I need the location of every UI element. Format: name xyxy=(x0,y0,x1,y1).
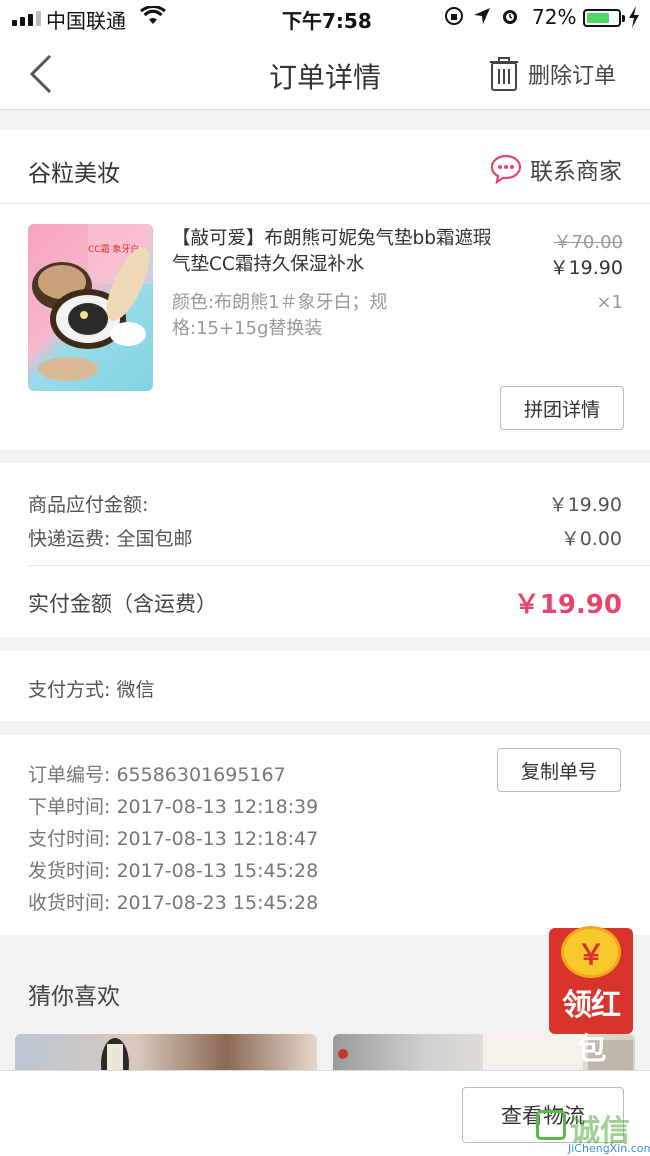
product-spec: 颜色:布朗熊1＃象牙白；规格:15+15g替换装 xyxy=(172,292,388,339)
red-packet-label: 领红包 xyxy=(562,988,621,1067)
divider xyxy=(0,203,650,204)
goods-amount-label: 商品应付金额: xyxy=(28,494,149,516)
goods-amount-value: ￥19.90 xyxy=(548,494,622,516)
trash-icon xyxy=(490,57,518,91)
copy-order-number-button[interactable]: 复制单号 xyxy=(497,748,621,792)
battery-percent: 72% xyxy=(532,5,577,29)
cushion-product-image: CC霜 象牙白 xyxy=(32,224,153,381)
contact-seller-label: 联系商家 xyxy=(530,159,622,185)
carrier-name: 中国联通 xyxy=(46,9,126,33)
charging-icon xyxy=(629,6,639,28)
payment-time: 支付时间: 2017-08-13 12:18:47 xyxy=(28,828,319,850)
nav-bar: 订单详情 删除订单 xyxy=(0,36,650,110)
original-price: ￥70.00 xyxy=(553,232,623,253)
shipping-label: 快递运费: 全国包邮 xyxy=(28,528,193,550)
watermark-logo-icon xyxy=(536,1110,566,1140)
paid-amount-value: ￥19.90 xyxy=(513,590,622,620)
payment-method-card: 支付方式: 微信 xyxy=(0,651,650,721)
delete-order-button[interactable]: 删除订单 xyxy=(488,56,616,92)
delete-order-label: 删除订单 xyxy=(528,64,617,89)
chat-bubble-icon xyxy=(490,154,522,184)
product-image-label: CC霜 象牙白 xyxy=(88,243,139,255)
paid-amount-label: 实付金额（含运费） xyxy=(28,592,217,616)
clock: 下午7:58 xyxy=(282,9,372,33)
order-number: 订单编号: 65586301695167 xyxy=(28,764,286,786)
red-packet-button[interactable]: ￥ 领红包 xyxy=(549,926,633,1067)
signal-icon xyxy=(12,10,41,26)
alarm-icon xyxy=(503,10,517,24)
watermark-en: JiChengXin.com xyxy=(568,1142,650,1155)
recommend-item-1[interactable] xyxy=(15,1034,317,1074)
product-price: ￥19.90 xyxy=(549,257,623,279)
payment-method: 支付方式: 微信 xyxy=(28,679,155,701)
shop-name: 谷粒美妆 xyxy=(28,161,120,187)
order-placed-time: 下单时间: 2017-08-13 12:18:39 xyxy=(28,796,319,818)
received-time: 收货时间: 2017-08-23 15:45:28 xyxy=(28,892,319,914)
group-buy-details-button[interactable]: 拼团详情 xyxy=(500,386,624,430)
wifi-icon xyxy=(140,6,166,24)
divider xyxy=(28,565,650,566)
product-quantity: ×1 xyxy=(596,292,623,313)
recommend-title: 猜你喜欢 xyxy=(28,984,120,1010)
product-thumbnail[interactable]: CC霜 象牙白 xyxy=(28,224,153,391)
coin-icon: ￥ xyxy=(561,926,621,978)
shipping-value: ￥0.00 xyxy=(560,528,622,550)
watermark: 诚信 JiChengXin.com xyxy=(534,1106,650,1156)
orientation-lock-icon xyxy=(445,7,463,25)
shipped-time: 发货时间: 2017-08-13 15:45:28 xyxy=(28,860,319,882)
status-bar: 中国联通 下午7:58 72% xyxy=(0,0,650,36)
battery-icon xyxy=(583,9,625,27)
location-icon xyxy=(474,8,490,24)
product-title[interactable]: 【敲可爱】布朗熊可妮兔气垫bb霜遮瑕气垫CC霜持久保湿补水 xyxy=(172,226,492,278)
contact-seller-button[interactable]: 联系商家 xyxy=(490,152,622,186)
